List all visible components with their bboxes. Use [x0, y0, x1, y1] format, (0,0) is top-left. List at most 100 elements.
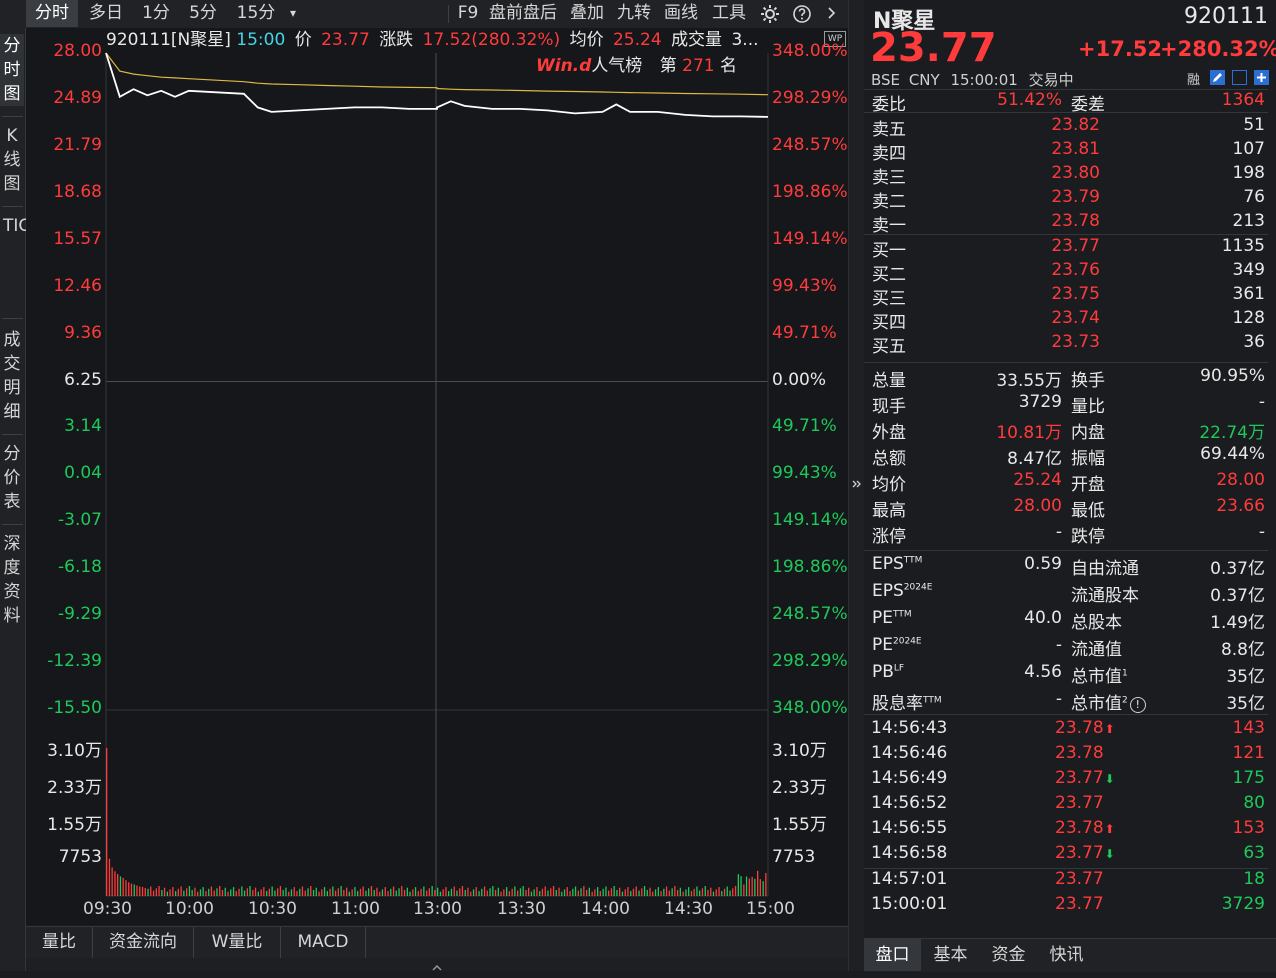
pct-tick-label: 348.00%	[772, 698, 848, 718]
edit-icon[interactable]	[1210, 70, 1225, 85]
panel-splitter[interactable]	[848, 0, 865, 971]
volume-bar	[326, 891, 328, 896]
volume-bar	[677, 890, 679, 896]
volume-bar	[205, 891, 207, 896]
price-tick-label: 9.36	[64, 322, 102, 343]
tab-fund-flow[interactable]: 资金流向	[93, 927, 194, 958]
tab-volume-ratio[interactable]: 量比	[26, 927, 93, 958]
currency: CNY	[908, 71, 940, 89]
price-change-pct: +280.32%	[1160, 37, 1276, 61]
volume-bar	[175, 891, 177, 896]
tab-w-volume-ratio[interactable]: W量比	[194, 927, 281, 958]
volume-bar	[260, 889, 262, 896]
volume-bar	[762, 881, 764, 896]
bids-label: 买二	[872, 265, 906, 285]
exchange: BSE	[871, 71, 901, 89]
volume-bar	[643, 886, 646, 896]
volume-bar	[721, 891, 723, 896]
pct-tick-label: 348.00%	[772, 41, 848, 61]
tick-price: 23.78⬆	[1055, 818, 1115, 838]
add-icon[interactable]	[1254, 70, 1269, 85]
asks-price[interactable]: 23.79	[960, 187, 1100, 207]
tab-macd[interactable]: MACD	[281, 927, 366, 958]
bids-price[interactable]: 23.76	[960, 260, 1100, 280]
volume-bar	[337, 888, 339, 896]
volume-bar	[445, 887, 447, 896]
fundamental-label: PE2024E	[872, 635, 922, 655]
bids-price[interactable]: 23.73	[960, 332, 1100, 352]
volume-bar	[555, 890, 557, 896]
window-icon[interactable]	[1232, 70, 1247, 85]
volume-bar	[210, 886, 213, 896]
volume-bar	[390, 888, 392, 896]
tick-volume: 18	[1243, 869, 1265, 889]
fundamental-value: 4.56	[1024, 662, 1062, 682]
tick-volume: 63	[1243, 843, 1265, 863]
price-tick-label: 12.46	[53, 275, 102, 296]
stat-label: 均价	[872, 475, 906, 495]
expand-panel-handle[interactable]	[26, 958, 848, 971]
volume-bar	[748, 878, 750, 896]
stat-value: 3729	[1018, 392, 1062, 412]
bids-price[interactable]: 23.74	[960, 308, 1100, 328]
volume-bar	[114, 871, 116, 896]
stat-value: 28.00	[1013, 496, 1062, 516]
exchange-info: BSE CNY 15:00:01 交易中	[871, 69, 1074, 90]
pct-tick-label: 149.14%	[772, 510, 848, 531]
volume-bar	[563, 889, 566, 896]
bids-label: 买五	[872, 337, 906, 357]
stats-divider	[864, 550, 1268, 551]
volume-bar	[136, 885, 138, 896]
fundamental-label: 流通值	[1071, 635, 1122, 660]
stat-value: 25.24	[1013, 470, 1062, 490]
asks-label: 卖二	[872, 192, 906, 212]
bids-price[interactable]: 23.77	[960, 236, 1100, 256]
tick-price: 23.77	[1055, 793, 1104, 813]
volume-bar	[376, 887, 378, 896]
volume-bar	[577, 890, 579, 896]
bids-price[interactable]: 23.75	[960, 284, 1100, 304]
tab-handicap[interactable]: 盘口	[864, 939, 921, 971]
volume-bar	[188, 886, 191, 896]
bids-volume: 36	[1243, 332, 1265, 352]
volume-bar	[230, 889, 232, 896]
volume-bar	[533, 889, 535, 896]
asks-price[interactable]: 23.80	[960, 163, 1100, 183]
volume-bar	[139, 886, 141, 896]
tab-news[interactable]: 快讯	[1038, 939, 1095, 971]
asks-price[interactable]: 23.82	[960, 115, 1100, 135]
asks-volume: 76	[1243, 187, 1265, 207]
volume-bar	[293, 887, 295, 896]
asks-price[interactable]: 23.81	[960, 139, 1100, 159]
bids-volume: 361	[1232, 284, 1265, 304]
volume-bar	[574, 886, 577, 896]
asks-volume: 213	[1232, 211, 1265, 231]
tick-volume: 3729	[1221, 894, 1265, 914]
volume-bar	[343, 890, 345, 896]
fundamental-name: 股息率	[872, 694, 923, 714]
volume-bar	[307, 888, 309, 896]
volume-bar	[635, 886, 637, 896]
pct-tick-label: 0.00%	[772, 369, 827, 390]
volume-bar	[290, 889, 293, 896]
volume-bar	[274, 890, 276, 896]
volume-bar	[420, 888, 422, 896]
volume-bar	[732, 888, 734, 896]
tab-basic[interactable]: 基本	[922, 939, 979, 971]
fundamental-suffix: TTM	[893, 609, 912, 620]
double-chevron-right-icon	[852, 480, 861, 488]
tick-time: 14:56:52	[871, 793, 948, 813]
asks-price[interactable]: 23.78	[960, 211, 1100, 231]
volume-bar	[665, 886, 668, 896]
volume-bar	[219, 886, 221, 896]
volume-tick-label-right: 1.55万	[772, 815, 827, 835]
tab-funds[interactable]: 资金	[980, 939, 1037, 971]
volume-bar	[141, 886, 144, 896]
volume-bar	[329, 888, 331, 896]
info-icon[interactable]: !	[1129, 697, 1146, 713]
fundamental-name: EPS	[872, 554, 904, 574]
volume-bar	[737, 874, 739, 896]
fundamental-name: 流通股本	[1071, 586, 1139, 606]
fundamental-value: 8.8亿	[1220, 640, 1265, 660]
volume-bar	[235, 891, 237, 896]
